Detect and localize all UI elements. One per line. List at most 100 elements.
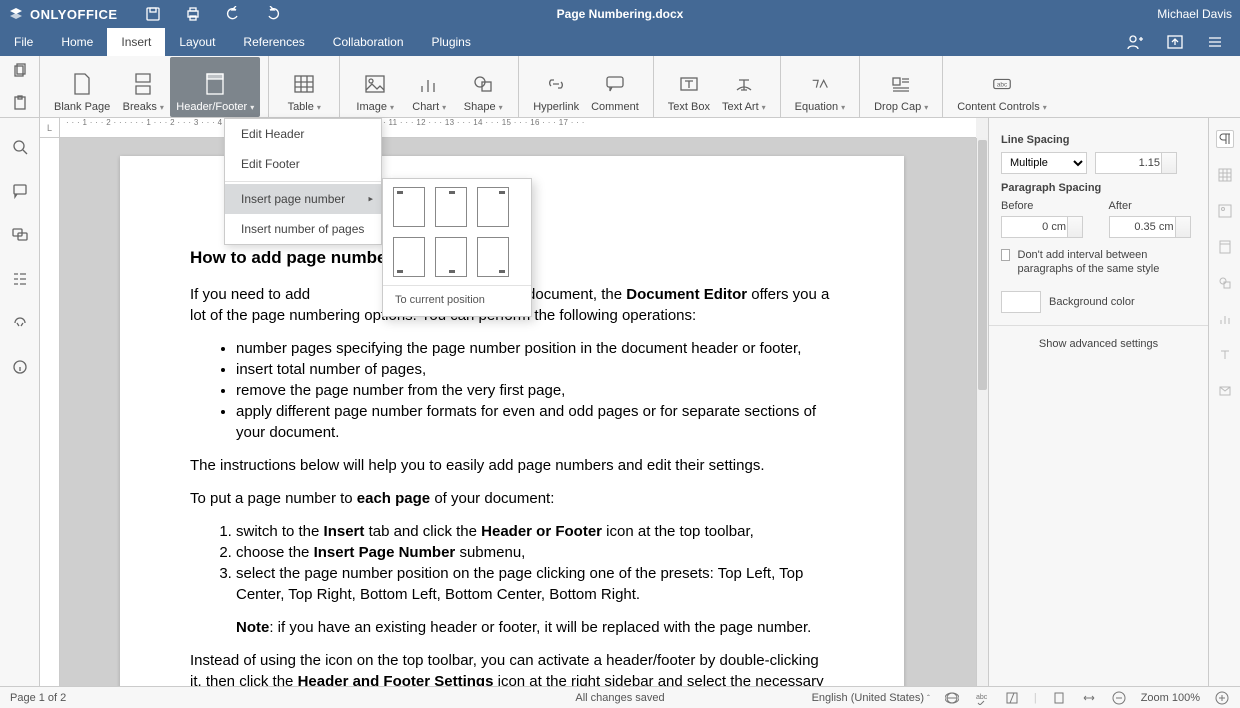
print-icon[interactable] bbox=[182, 3, 204, 25]
dd-insert-page-number[interactable]: Insert page number▸ bbox=[225, 184, 381, 214]
content-controls-button[interactable]: abc Content Controls▾ bbox=[951, 57, 1053, 117]
editor-area: L · · · 1 · · · 2 · · · · · · 1 · · · 2 … bbox=[40, 118, 988, 686]
after-label: After bbox=[1109, 200, 1197, 212]
page-number-submenu: To current position bbox=[382, 178, 532, 317]
ruler-corner: L bbox=[40, 118, 60, 138]
menu-plugins[interactable]: Plugins bbox=[418, 28, 485, 56]
feedback-icon[interactable] bbox=[9, 312, 31, 334]
spacing-after-input[interactable]: 0.35 cm bbox=[1109, 216, 1191, 238]
comment-button[interactable]: Comment bbox=[585, 57, 645, 117]
dd-insert-number-of-pages[interactable]: Insert number of pages bbox=[225, 214, 381, 244]
info-icon[interactable] bbox=[9, 356, 31, 378]
preset-top-center[interactable] bbox=[435, 187, 467, 227]
page-counter[interactable]: Page 1 of 2 bbox=[10, 692, 66, 704]
paste-icon[interactable] bbox=[9, 92, 31, 114]
preset-bottom-right[interactable] bbox=[477, 237, 509, 277]
comments-panel-icon[interactable] bbox=[9, 180, 31, 202]
document-language[interactable]: English (United States) ˆ bbox=[812, 692, 930, 704]
status-bar: Page 1 of 2 All changes saved English (U… bbox=[0, 686, 1240, 708]
paragraph-spacing-label: Paragraph Spacing bbox=[1001, 182, 1196, 194]
main-area: L · · · 1 · · · 2 · · · · · · 1 · · · 2 … bbox=[0, 118, 1240, 686]
svg-text:abc: abc bbox=[997, 81, 1008, 88]
chart-icon bbox=[418, 73, 440, 95]
breaks-button[interactable]: Breaks▾ bbox=[116, 57, 170, 117]
scrollbar-thumb[interactable] bbox=[978, 140, 987, 390]
background-color-label: Background color bbox=[1049, 296, 1135, 308]
header-footer-button[interactable]: Header/Footer▾ bbox=[170, 57, 260, 117]
blank-page-button[interactable]: Blank Page bbox=[48, 57, 116, 117]
preset-current-position[interactable]: To current position bbox=[393, 292, 521, 310]
shape-button[interactable]: Shape▾ bbox=[456, 57, 510, 117]
menu-layout[interactable]: Layout bbox=[165, 28, 229, 56]
zoom-in-button[interactable] bbox=[1214, 690, 1230, 706]
background-color-swatch[interactable] bbox=[1001, 291, 1041, 313]
tab-shape[interactable] bbox=[1216, 274, 1234, 292]
svg-text:abc: abc bbox=[976, 694, 988, 701]
menu-collaboration[interactable]: Collaboration bbox=[319, 28, 418, 56]
text-art-button[interactable]: Text Art▾ bbox=[716, 57, 772, 117]
show-advanced-settings-link[interactable]: Show advanced settings bbox=[1001, 338, 1196, 350]
drop-cap-button[interactable]: Drop Cap▾ bbox=[868, 57, 934, 117]
no-interval-checkbox[interactable]: Don't add interval between paragraphs of… bbox=[1001, 248, 1196, 277]
save-icon[interactable] bbox=[142, 3, 164, 25]
image-icon bbox=[364, 73, 386, 95]
drop-cap-icon bbox=[890, 73, 912, 95]
chart-button[interactable]: Chart▾ bbox=[402, 57, 456, 117]
text-box-button[interactable]: Text Box bbox=[662, 57, 716, 117]
hyperlink-button[interactable]: Hyperlink bbox=[527, 57, 585, 117]
redo-icon[interactable] bbox=[262, 3, 284, 25]
doc-bullet-list: number pages specifying the page number … bbox=[236, 338, 834, 443]
app-logo: ONLYOFFICE bbox=[8, 6, 118, 22]
undo-icon[interactable] bbox=[222, 3, 244, 25]
menu-insert[interactable]: Insert bbox=[107, 28, 165, 56]
submenu-separator bbox=[383, 285, 531, 286]
chevron-right-icon: ▸ bbox=[368, 194, 373, 205]
tab-paragraph[interactable] bbox=[1216, 130, 1234, 148]
equation-icon bbox=[809, 73, 831, 95]
chat-icon[interactable] bbox=[9, 224, 31, 246]
tab-text-art[interactable] bbox=[1216, 346, 1234, 364]
menu-bar: File Home Insert Layout References Colla… bbox=[0, 28, 1240, 56]
image-button[interactable]: Image▾ bbox=[348, 57, 402, 117]
navigation-icon[interactable] bbox=[9, 268, 31, 290]
search-icon[interactable] bbox=[9, 136, 31, 158]
equation-button[interactable]: Equation▾ bbox=[789, 57, 851, 117]
table-button[interactable]: Table▾ bbox=[277, 57, 331, 117]
menu-file[interactable]: File bbox=[0, 28, 47, 56]
line-spacing-value-input[interactable]: 1.15 bbox=[1095, 152, 1177, 174]
preset-bottom-center[interactable] bbox=[435, 237, 467, 277]
line-spacing-mode-select[interactable]: Multiple bbox=[1001, 152, 1087, 174]
set-language-icon[interactable] bbox=[944, 690, 960, 706]
menu-references[interactable]: References bbox=[229, 28, 318, 56]
spellcheck-icon[interactable]: abc bbox=[974, 690, 990, 706]
preset-top-left[interactable] bbox=[393, 187, 425, 227]
zoom-out-button[interactable] bbox=[1111, 690, 1127, 706]
fit-width-icon[interactable] bbox=[1081, 690, 1097, 706]
vertical-ruler[interactable] bbox=[40, 138, 60, 686]
horizontal-ruler[interactable]: · · · 1 · · · 2 · · · · · · 1 · · · 2 · … bbox=[60, 118, 976, 138]
zoom-level[interactable]: Zoom 100% bbox=[1141, 692, 1200, 704]
doc-para-4: Instead of using the icon on the top too… bbox=[190, 650, 834, 686]
dd-edit-footer[interactable]: Edit Footer bbox=[225, 149, 381, 179]
user-name[interactable]: Michael Davis bbox=[1157, 7, 1232, 21]
preset-bottom-left[interactable] bbox=[393, 237, 425, 277]
tab-mail-merge[interactable] bbox=[1216, 382, 1234, 400]
track-changes-icon[interactable] bbox=[1004, 690, 1020, 706]
tab-header-footer[interactable] bbox=[1216, 238, 1234, 256]
dd-edit-header[interactable]: Edit Header bbox=[225, 119, 381, 149]
copy-icon[interactable] bbox=[9, 60, 31, 82]
tab-chart[interactable] bbox=[1216, 310, 1234, 328]
preset-top-right[interactable] bbox=[477, 187, 509, 227]
fit-page-icon[interactable] bbox=[1051, 690, 1067, 706]
vertical-scrollbar[interactable] bbox=[976, 138, 988, 686]
hamburger-icon[interactable] bbox=[1204, 31, 1226, 53]
shape-icon bbox=[472, 73, 494, 95]
tab-image[interactable] bbox=[1216, 202, 1234, 220]
open-location-icon[interactable] bbox=[1164, 31, 1186, 53]
checkbox-icon bbox=[1001, 249, 1010, 261]
tab-table[interactable] bbox=[1216, 166, 1234, 184]
add-user-icon[interactable] bbox=[1124, 31, 1146, 53]
menu-home[interactable]: Home bbox=[47, 28, 107, 56]
spacing-before-input[interactable]: 0 cm bbox=[1001, 216, 1083, 238]
doc-note: Note: if you have an existing header or … bbox=[236, 617, 834, 638]
